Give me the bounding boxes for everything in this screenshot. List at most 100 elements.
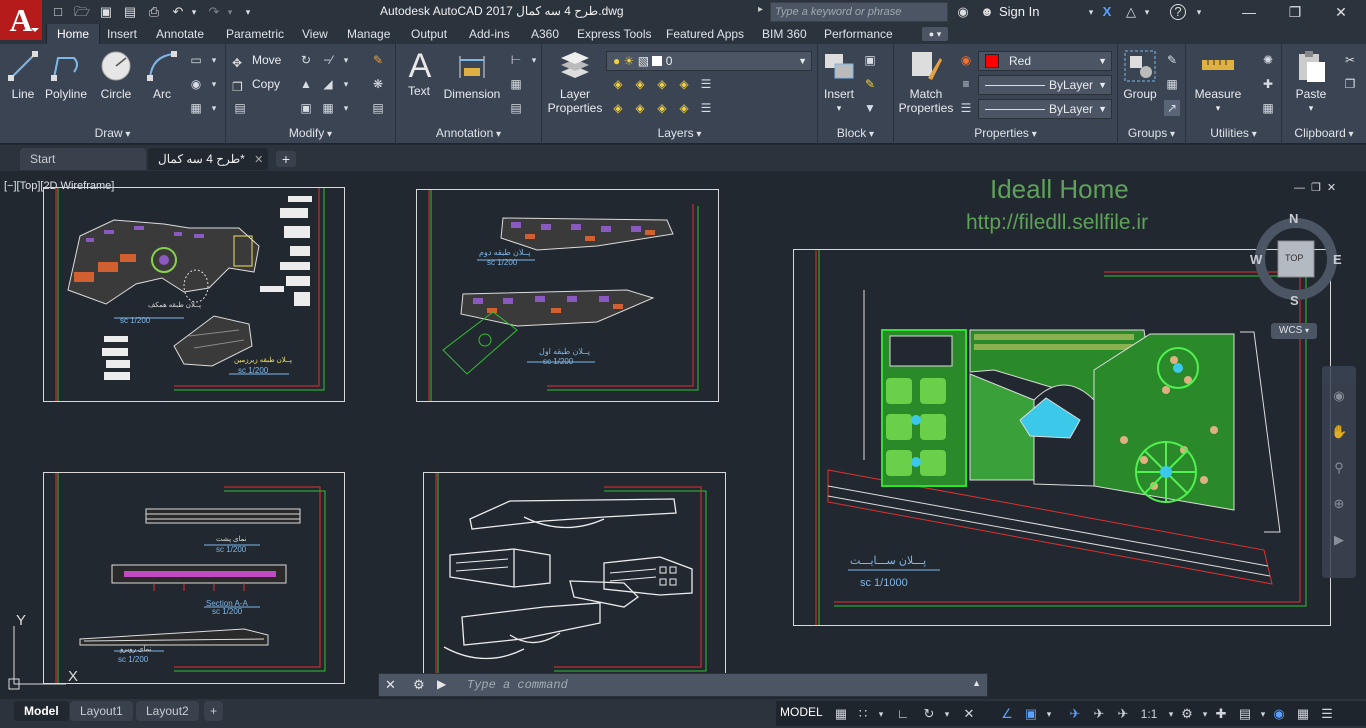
polyline-button[interactable]: Polyline: [44, 48, 88, 101]
layer-lock-icon[interactable]: ◈: [676, 76, 692, 92]
layer-off-icon[interactable]: ◈: [610, 76, 626, 92]
add-scale-icon[interactable]: ✚: [1212, 705, 1230, 723]
help-dropdown-icon[interactable]: ▾: [1190, 3, 1208, 21]
stretch-icon[interactable]: ▤: [232, 100, 248, 116]
tab-view[interactable]: View: [302, 24, 328, 44]
lineweight-dropdown[interactable]: ByLayer ▼: [978, 99, 1112, 119]
measure-button[interactable]: Measure ▾: [1190, 48, 1246, 115]
command-prompt-icon[interactable]: ▶: [437, 677, 446, 691]
minimize-icon[interactable]: —: [1226, 0, 1272, 24]
doc-tab-close-icon[interactable]: ✕: [254, 154, 263, 166]
tab-performance[interactable]: Performance: [824, 24, 893, 44]
tab-home[interactable]: Home: [46, 24, 101, 44]
color-dropdown[interactable]: Red ▼: [978, 51, 1112, 71]
group-select-icon[interactable]: ↗: [1164, 100, 1180, 116]
layout-tab-model[interactable]: Model: [14, 701, 69, 721]
workspace-icon[interactable]: ⚙: [1178, 705, 1196, 723]
circle-button[interactable]: Circle: [96, 48, 136, 101]
viewport-window-controls[interactable]: —❐✕: [1294, 181, 1342, 194]
tab-add-ins[interactable]: Add-ins: [469, 24, 510, 44]
layers-panel-title[interactable]: Layers: [542, 126, 817, 142]
match-properties-button[interactable]: Match Properties: [898, 48, 954, 115]
id-point-icon[interactable]: ✚: [1260, 76, 1276, 92]
compass-north[interactable]: N: [1289, 211, 1298, 226]
explode-icon[interactable]: ❋: [370, 76, 386, 92]
annotation-visibility-icon[interactable]: ✈: [1066, 705, 1084, 723]
compass-west[interactable]: W: [1250, 252, 1262, 267]
layer-isolate-icon[interactable]: ◈: [632, 76, 648, 92]
annotation-scale-value[interactable]: 1:1: [1136, 705, 1162, 723]
calculator-icon[interactable]: ▦: [1260, 100, 1276, 116]
layer-properties-button[interactable]: Layer Properties: [546, 48, 604, 115]
layer-unlock-icon[interactable]: ◈: [676, 100, 692, 116]
hardware-acceleration-icon[interactable]: ◉: [1270, 705, 1288, 723]
wcs-menu[interactable]: WCS ▾: [1271, 323, 1317, 339]
save-as-icon[interactable]: ▤: [122, 4, 138, 20]
new-tab-button[interactable]: +: [276, 151, 296, 167]
snap-dropdown-icon[interactable]: ▾: [872, 705, 890, 723]
plot-icon[interactable]: ⎙: [146, 4, 162, 20]
undo-icon[interactable]: ↶: [170, 4, 186, 20]
restore-icon[interactable]: ❐: [1272, 0, 1318, 24]
compass-south[interactable]: S: [1290, 293, 1299, 308]
viewcube-top-face[interactable]: TOP: [1285, 253, 1303, 263]
snap-icon[interactable]: ∷: [854, 705, 872, 723]
region-dropdown-icon[interactable]: ▾: [206, 100, 222, 116]
tab-insert[interactable]: Insert: [107, 24, 137, 44]
application-menu-button[interactable]: A: [0, 0, 42, 40]
leader-icon[interactable]: ⊢: [508, 52, 524, 68]
modify-panel-title[interactable]: Modify: [226, 126, 395, 142]
edit-block-icon[interactable]: ✎: [862, 76, 878, 92]
tab-output[interactable]: Output: [411, 24, 447, 44]
sheet-perspectives[interactable]: [423, 472, 726, 684]
save-icon[interactable]: ▣: [98, 4, 114, 20]
scale-icon[interactable]: ▣: [298, 100, 314, 116]
layer-on-icon[interactable]: ◈: [610, 100, 626, 116]
dimension-button[interactable]: Dimension: [442, 48, 502, 101]
tab-featured-apps[interactable]: Featured Apps: [666, 24, 744, 44]
ungroup-icon[interactable]: ✎: [1164, 52, 1180, 68]
properties-panel-title[interactable]: Properties: [894, 126, 1117, 142]
auto-scale-icon[interactable]: ✈: [1090, 705, 1108, 723]
edit-attributes-icon[interactable]: ▼: [862, 100, 878, 116]
search-expand-icon[interactable]: ▸: [758, 4, 768, 20]
sheet-floor-plans-2[interactable]: پــلان طبقه دوم sc 1/200 پــلان طبقه اول…: [416, 189, 719, 402]
fillet-dropdown-icon[interactable]: ▾: [338, 76, 354, 92]
linetype-dropdown[interactable]: ByLayer ▼: [978, 75, 1112, 95]
layer-unisolate-icon[interactable]: ◈: [632, 100, 648, 116]
create-block-icon[interactable]: ▣: [862, 52, 878, 68]
grid-icon[interactable]: ▦: [832, 705, 850, 723]
compass-east[interactable]: E: [1333, 252, 1342, 267]
viewcube[interactable]: N S E W TOP: [1250, 211, 1342, 311]
user-icon[interactable]: ☻: [978, 3, 996, 21]
markup-icon[interactable]: ▤: [508, 100, 524, 116]
tab-express-tools[interactable]: Express Tools: [577, 24, 651, 44]
exchange-apps-icon[interactable]: X: [1098, 3, 1116, 21]
leader-dropdown-icon[interactable]: ▾: [526, 52, 542, 68]
undo-dropdown-icon[interactable]: ▾: [186, 4, 202, 20]
table-icon[interactable]: ▦: [508, 76, 524, 92]
command-close-icon[interactable]: ✕: [385, 677, 396, 693]
binoculars-icon[interactable]: ◉: [954, 3, 972, 21]
move-button[interactable]: ✥ Move: [232, 50, 281, 70]
mirror-icon[interactable]: ▲: [298, 76, 314, 92]
ortho-icon[interactable]: ∟: [894, 705, 912, 723]
search-input[interactable]: Type a keyword or phrase: [770, 2, 948, 22]
tab-annotate[interactable]: Annotate: [156, 24, 204, 44]
rectangle-icon[interactable]: ▭: [188, 52, 204, 68]
object-snap-icon[interactable]: ▣: [1022, 705, 1040, 723]
annotation-scale-icon[interactable]: ✈: [1114, 705, 1132, 723]
layer-dropdown[interactable]: ● ☀ ▧ 0 ▼: [606, 51, 812, 71]
zoom-extents-icon[interactable]: ⚲: [1331, 460, 1347, 476]
paste-button[interactable]: Paste ▾: [1288, 48, 1334, 115]
steering-wheel-icon[interactable]: ◉: [1331, 388, 1347, 404]
showmotion-icon[interactable]: ▶: [1331, 532, 1347, 548]
new-file-icon[interactable]: □: [50, 4, 66, 20]
doc-tab-drawing[interactable]: طرح 4 سه کمال* ✕: [148, 148, 268, 170]
redo-icon[interactable]: ↷: [206, 4, 222, 20]
line-button[interactable]: Line: [4, 48, 42, 101]
text-button[interactable]: A Text: [402, 48, 436, 98]
layer-freeze-icon[interactable]: ◈: [654, 76, 670, 92]
tab-parametric[interactable]: Parametric: [226, 24, 284, 44]
customize-qat-icon[interactable]: ▾: [240, 4, 256, 20]
